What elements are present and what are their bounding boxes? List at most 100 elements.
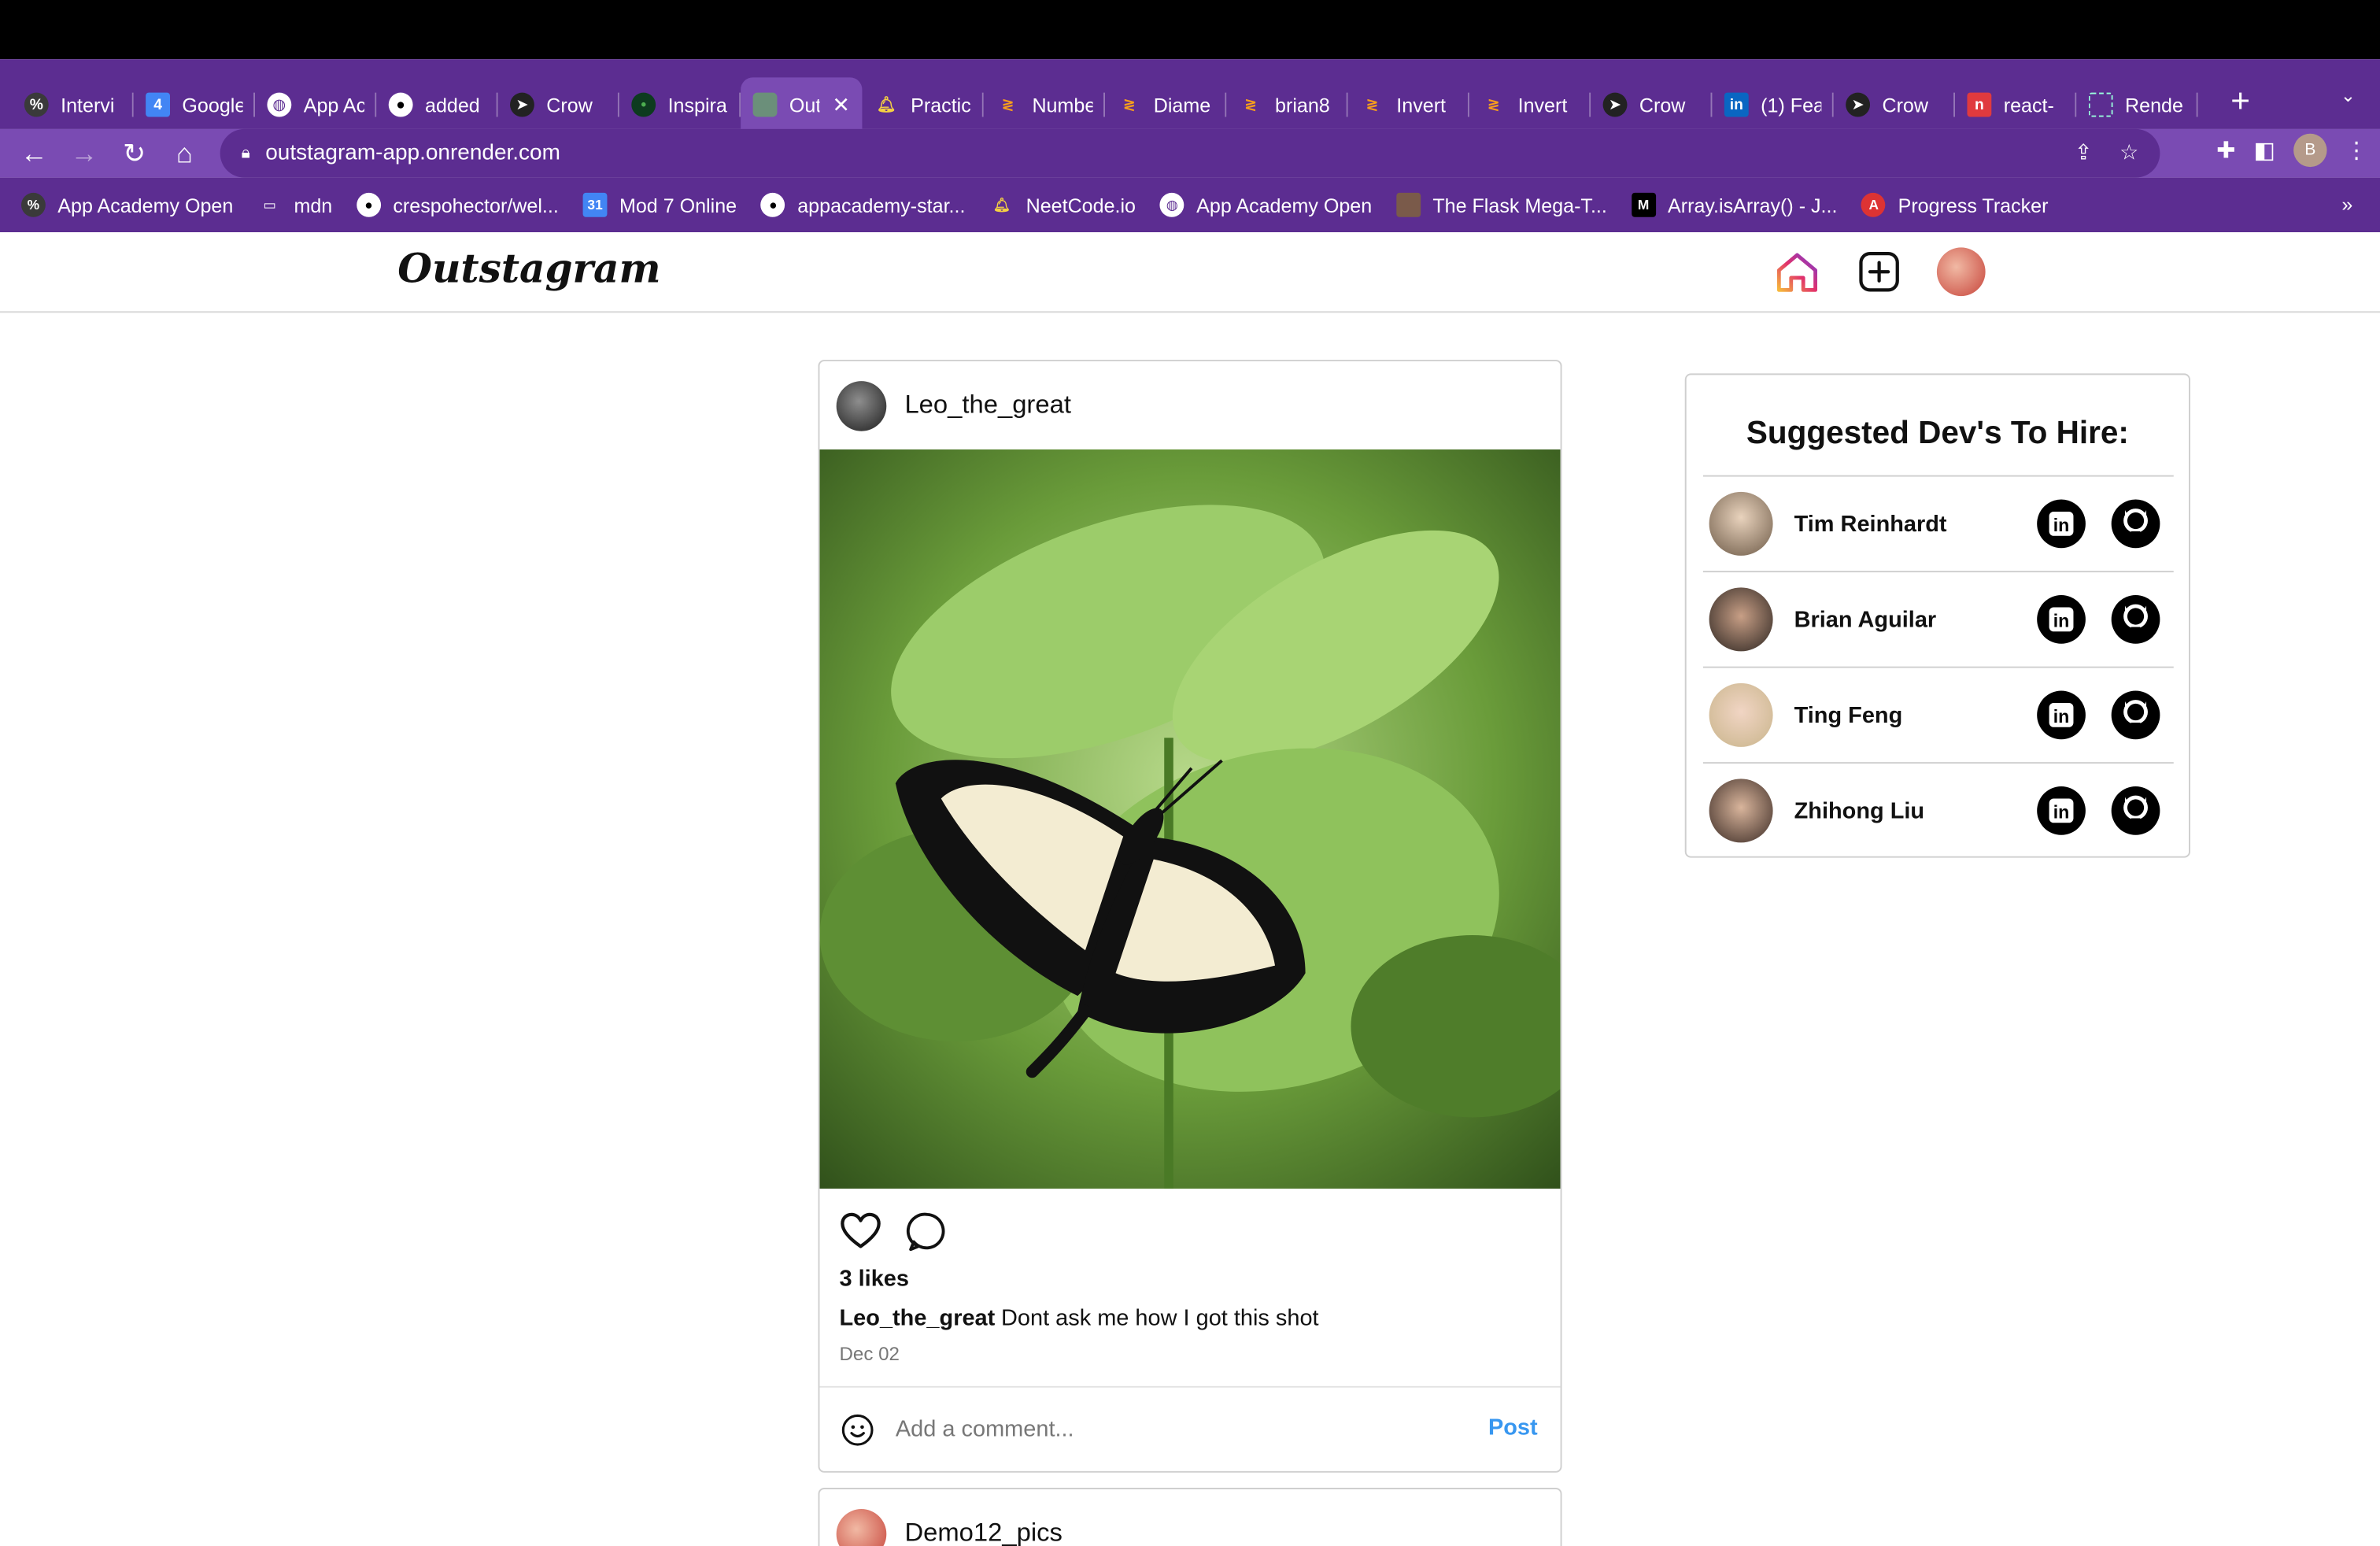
crow-icon: ➤ <box>1602 92 1628 117</box>
address-bar[interactable]: 🔒︎ outstagram-app.onrender.com ⇪ ☆ <box>220 128 2160 178</box>
home-gradient-icon <box>1776 253 1818 292</box>
side-panel-icon[interactable]: ◧ <box>2254 137 2275 165</box>
bookmark[interactable]: ▭ mdn <box>257 193 332 217</box>
home-icon[interactable] <box>1773 247 1822 296</box>
post-photo[interactable] <box>819 449 1561 1189</box>
tab[interactable]: 4 Google <box>134 77 256 131</box>
linkedin-icon[interactable]: in <box>2035 498 2087 550</box>
circle-logo-icon: % <box>24 92 49 117</box>
bookmark[interactable]: ● appacademy-star... <box>760 192 965 217</box>
dev-name: Brian Aguilar <box>1794 606 1937 633</box>
post-header: Demo12_pics <box>819 1489 1560 1546</box>
leetcode-icon: ≷ <box>1366 96 1379 113</box>
post-date: Dec 02 <box>839 1343 900 1365</box>
bookmark[interactable]: ◍ App Academy Open <box>1159 192 1372 217</box>
tab[interactable]: ≷ Invert <box>1469 77 1591 131</box>
reload-icon[interactable]: ↻ <box>109 131 160 176</box>
tab[interactable]: ➤ Crow <box>498 77 619 131</box>
post-comment-button[interactable]: Post <box>1488 1415 1538 1441</box>
user-avatar[interactable] <box>1936 247 1986 297</box>
tab[interactable]: ≷ Numbe <box>984 77 1106 131</box>
create-post-icon[interactable] <box>1855 247 1904 296</box>
bookmark[interactable]: 🔔︎ NeetCode.io <box>989 193 1136 217</box>
post-author-avatar[interactable] <box>836 1508 887 1546</box>
tab[interactable]: in (1) Fea <box>1712 77 1834 131</box>
linkedin-icon[interactable]: in <box>2035 785 2087 837</box>
tab[interactable]: n react- <box>1955 77 2077 131</box>
dev-name: Tim Reinhardt <box>1794 510 1947 537</box>
back-arrow-icon[interactable]: ← <box>9 131 60 176</box>
tab-title: Rende <box>2125 93 2183 117</box>
home-icon[interactable]: ⌂ <box>160 131 210 176</box>
post-author-avatar[interactable] <box>836 380 887 431</box>
tab-title: Intervi <box>61 93 115 117</box>
new-tab-button[interactable]: + <box>2216 77 2265 126</box>
post-card: Leo_the_great 3 likes Leo_the_great Dont… <box>818 360 1562 1473</box>
dev-row: Ting Feng in <box>1702 666 2174 763</box>
tab-active[interactable]: Out ✕ <box>741 77 863 132</box>
kebab-menu-icon[interactable]: ⋮ <box>2345 137 2368 165</box>
leetcode-icon: ≷ <box>1001 96 1014 113</box>
tab[interactable]: 🔔︎ Practic <box>862 77 984 131</box>
share-icon[interactable]: ⇪ <box>2075 139 2093 165</box>
tab[interactable]: Rende <box>2076 77 2198 131</box>
github-icon[interactable] <box>2110 690 2162 742</box>
bookmark[interactable]: % App Academy Open <box>21 192 233 217</box>
tab-title: App Ac <box>303 93 364 117</box>
tab-title: react- <box>2003 93 2054 117</box>
crow-icon: ➤ <box>1846 92 1871 117</box>
tab[interactable]: ≷ brian8 <box>1226 77 1348 131</box>
tab[interactable]: ➤ Crow <box>1591 77 1713 131</box>
dev-row: Tim Reinhardt in <box>1702 475 2174 571</box>
bookmark-label: NeetCode.io <box>1026 193 1136 216</box>
page-icon <box>752 92 778 117</box>
linkedin-icon[interactable]: in <box>2035 690 2087 742</box>
comment-input[interactable] <box>895 1416 1458 1443</box>
bookmark[interactable]: The Flask Mega-T... <box>1396 192 1607 217</box>
bookmark[interactable]: 31 Mod 7 Online <box>582 192 737 217</box>
a-icon: A <box>1861 192 1887 217</box>
tab[interactable]: ● added <box>376 77 498 131</box>
app-logo[interactable]: Outstagram <box>397 247 660 293</box>
tab[interactable]: % Intervi <box>12 77 134 131</box>
tab[interactable]: ◍ App Ac <box>255 77 377 131</box>
dev-avatar <box>1709 491 1773 556</box>
linkedin-icon[interactable]: in <box>2035 594 2087 645</box>
tab-search-chevron-icon[interactable]: ⌄ <box>2341 85 2356 106</box>
github-icon[interactable] <box>2110 785 2162 837</box>
post-card: Demo12_pics <box>818 1488 1562 1546</box>
dev-name: Ting Feng <box>1794 701 1903 728</box>
extensions-puzzle-icon[interactable]: ✚ <box>2216 137 2235 165</box>
comment-icon[interactable] <box>906 1210 948 1252</box>
emoji-icon[interactable] <box>841 1413 874 1446</box>
tab[interactable]: • Inspira <box>619 77 741 131</box>
tab-title: Crow <box>1639 93 1686 117</box>
calendar-icon: 31 <box>582 192 608 217</box>
browser-toolbar: ← → ↻ ⌂ 🔒︎ outstagram-app.onrender.com ⇪… <box>0 128 2380 178</box>
star-icon[interactable]: ☆ <box>2119 139 2138 165</box>
bookmark[interactable]: ● crespohector/wel... <box>357 192 559 217</box>
post-author-username[interactable]: Demo12_pics <box>904 1518 1062 1546</box>
heart-icon[interactable] <box>840 1210 882 1252</box>
forward-arrow-icon[interactable]: → <box>59 131 109 176</box>
dev-avatar <box>1709 779 1773 843</box>
caption-username[interactable]: Leo_the_great <box>840 1306 996 1332</box>
globe-icon: ◍ <box>1159 192 1184 217</box>
bookmarks-overflow-button[interactable]: » <box>2341 193 2352 216</box>
dev-avatar <box>1709 587 1773 652</box>
close-icon[interactable]: ✕ <box>832 92 850 118</box>
github-icon[interactable] <box>2110 498 2162 550</box>
tab[interactable]: ➤ Crow <box>1834 77 1956 131</box>
suggested-devs-title: Suggested Dev's To Hire: <box>1746 416 2129 451</box>
github-icon[interactable] <box>2110 594 2162 645</box>
bookmark[interactable]: M Array.isArray() - J... <box>1631 192 1837 217</box>
leetcode-icon: ≷ <box>1244 96 1258 113</box>
dev-name: Zhihong Liu <box>1794 797 1925 824</box>
tab[interactable]: ≷ Invert <box>1348 77 1469 131</box>
post-author-username[interactable]: Leo_the_great <box>904 390 1070 421</box>
bookmark[interactable]: A Progress Tracker <box>1861 192 2048 217</box>
bookmark-label: The Flask Mega-T... <box>1432 193 1607 216</box>
tab[interactable]: ≷ Diame <box>1105 77 1227 131</box>
profile-avatar[interactable]: B <box>2293 133 2327 168</box>
likes-count[interactable]: 3 likes <box>819 1266 1560 1292</box>
